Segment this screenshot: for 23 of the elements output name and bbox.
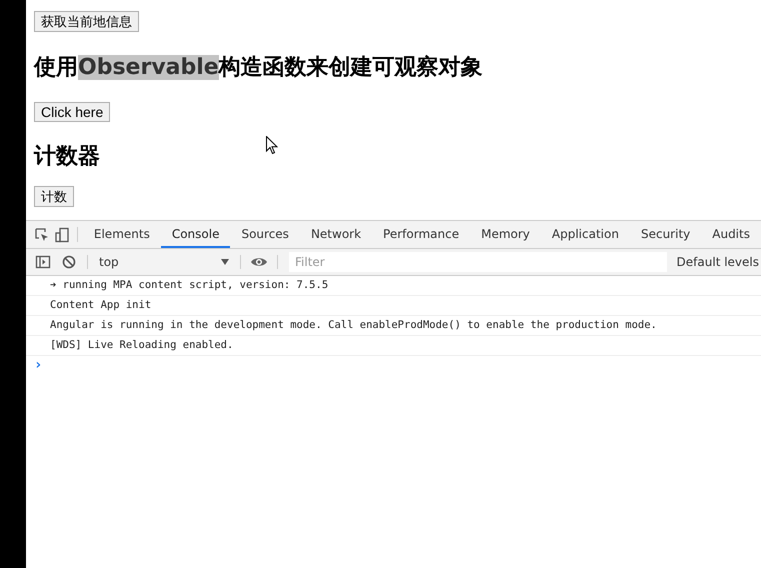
console-message: ➔ running MPA content script, version: 7.5.5 [26,276,761,296]
devtools-tab[interactable]: Audits [701,221,761,248]
console-message: Content App init [26,296,761,316]
page-heading: 计数器 [34,143,100,171]
devtools-tab[interactable]: Sources [230,221,300,248]
devtools-tab[interactable]: Memory [470,221,541,248]
caret-icon [221,259,229,265]
devtools-tab[interactable]: Network [300,221,372,248]
devtools-tab[interactable]: Elements [82,221,161,248]
button[interactable]: 获取当前地信息 [34,11,139,32]
button[interactable]: 计数 [34,186,74,207]
devtools-tab[interactable]: Performance [372,221,470,248]
devtools-tab[interactable]: Security [630,221,702,248]
filter-field[interactable]: Filter [289,252,667,272]
page-heading: 使用Observable构造函数来创建可观察对象 [34,54,483,82]
cursor-icon [266,136,278,155]
console-message: Angular is running in the development mode. Call enableProdMode() to enable the production mode. [26,316,761,336]
levels-dropdown[interactable]: Default levels [672,249,761,275]
button[interactable]: Click here [34,102,110,122]
devtools-tab[interactable]: Application [540,221,630,248]
console-prompt[interactable]: › [26,356,44,374]
context-dropdown[interactable]: top [93,249,235,275]
console-message: [WDS] Live Reloading enabled. [26,336,761,356]
